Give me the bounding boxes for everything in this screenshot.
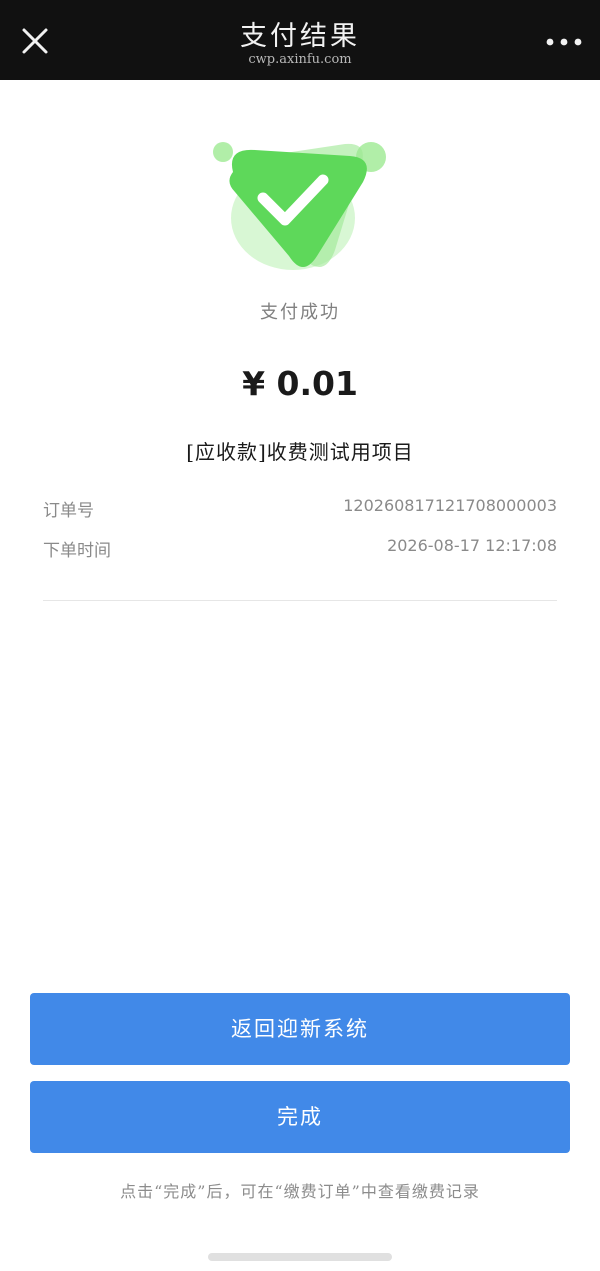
order-time-value: 2026-08-17 12:17:08 <box>387 536 557 555</box>
payment-result-page: 支付结果 cwp.axinfu.com 支付成功 ¥ 0.01 [应收款]收费测… <box>0 0 600 1271</box>
order-number-value: 120260817121708000003 <box>343 496 557 515</box>
success-check-icon <box>205 130 395 280</box>
home-indicator[interactable] <box>208 1253 392 1261</box>
order-time-label: 下单时间 <box>43 541 111 561</box>
order-number-row: 订单号 120260817121708000003 <box>43 496 557 524</box>
payment-status: 支付成功 <box>260 302 340 323</box>
order-number-label: 订单号 <box>43 501 94 521</box>
order-time-row: 下单时间 2026-08-17 12:17:08 <box>43 536 557 564</box>
payment-amount: ¥ 0.01 <box>242 364 358 403</box>
hint-text: 点击“完成”后，可在“缴费订单”中查看缴费记录 <box>120 1182 480 1201</box>
divider <box>43 600 557 601</box>
more-dots-icon[interactable] <box>542 24 586 60</box>
top-bar: 支付结果 cwp.axinfu.com <box>0 0 600 80</box>
page-domain: cwp.axinfu.com <box>248 52 352 67</box>
page-title: 支付结果 <box>240 21 360 52</box>
payment-item-name: [应收款]收费测试用项目 <box>186 440 414 464</box>
done-button[interactable]: 完成 <box>30 1081 570 1153</box>
return-system-button[interactable]: 返回迎新系统 <box>30 993 570 1065</box>
